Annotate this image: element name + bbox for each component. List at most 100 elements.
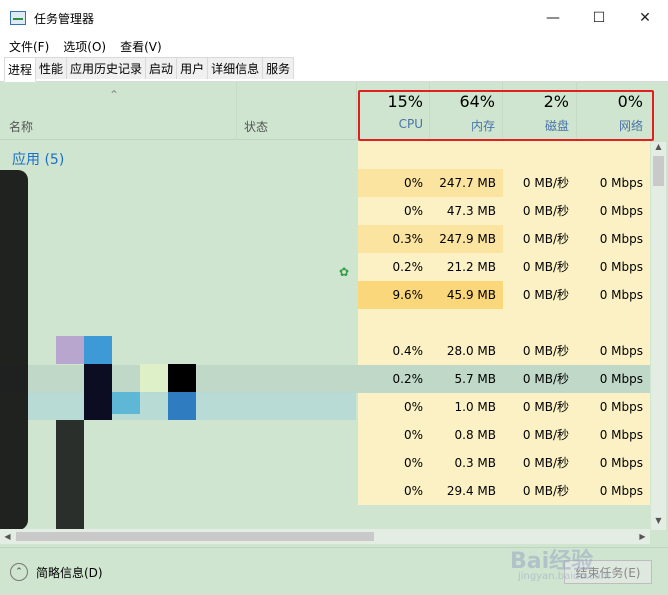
column-name[interactable]: 名称 <box>9 118 33 135</box>
cpu-cell: 9.6% <box>358 281 430 309</box>
scroll-down-icon[interactable]: ▼ <box>651 516 666 530</box>
scroll-left-icon[interactable]: ◀ <box>0 529 15 544</box>
scroll-up-icon[interactable]: ▲ <box>651 142 666 156</box>
disk-cell: 0 MB/秒 <box>503 449 576 477</box>
network-cell: 0 Mbps <box>576 225 650 253</box>
process-row[interactable]: 0% 29.4 MB 0 MB/秒 0 Mbps <box>0 477 650 505</box>
menu-view[interactable]: 查看(V) <box>120 38 162 55</box>
process-row[interactable]: 0% 247.7 MB 0 MB/秒 0 Mbps <box>0 169 650 197</box>
disk-cell: 0 MB/秒 <box>503 225 576 253</box>
memory-cell: 247.7 MB <box>430 169 503 197</box>
redacted-region <box>84 336 112 364</box>
network-cell: 0 Mbps <box>576 197 650 225</box>
fewer-details-button[interactable]: ⌃ 简略信息(D) <box>10 563 103 581</box>
cpu-cell: 0% <box>358 393 430 421</box>
maximize-icon: ☐ <box>592 10 606 26</box>
network-cell: 0 Mbps <box>576 337 650 365</box>
network-cell: 0 Mbps <box>576 281 650 309</box>
process-row[interactable]: 0% 0.3 MB 0 MB/秒 0 Mbps <box>0 449 650 477</box>
fewer-details-label: 简略信息(D) <box>36 565 103 580</box>
chevron-up-icon: ⌃ <box>10 563 28 581</box>
tab-users[interactable]: 用户 <box>176 57 209 79</box>
tab-bar: 进程 性能 应用历史记录 启动 用户 详细信息 服务 <box>0 56 668 82</box>
memory-cell: 45.9 MB <box>430 281 503 309</box>
close-button[interactable]: ✕ <box>622 0 668 36</box>
disk-cell <box>503 309 576 337</box>
cpu-cell: 0% <box>358 477 430 505</box>
redacted-region <box>84 392 112 420</box>
process-row[interactable]: 0.2% 21.2 MB 0 MB/秒 0 Mbps <box>0 253 650 281</box>
tab-services[interactable]: 服务 <box>262 57 295 79</box>
tab-startup[interactable]: 启动 <box>145 57 178 79</box>
column-status[interactable]: 状态 <box>244 118 268 135</box>
disk-cell: 0 MB/秒 <box>503 253 576 281</box>
horizontal-scrollbar[interactable]: ◀ ▶ <box>0 529 650 544</box>
network-cell <box>576 141 650 169</box>
redacted-region <box>140 364 168 392</box>
watermark-url: jingyan.baidu.com <box>518 571 611 582</box>
network-cell: 0 Mbps <box>576 169 650 197</box>
disk-cell: 0 MB/秒 <box>503 337 576 365</box>
tab-performance[interactable]: 性能 <box>35 57 68 79</box>
title-bar: 任务管理器 — ☐ ✕ <box>0 0 668 36</box>
minimize-button[interactable]: — <box>530 0 576 36</box>
process-row[interactable]: 0.3% 247.9 MB 0 MB/秒 0 Mbps <box>0 225 650 253</box>
memory-cell: 0.3 MB <box>430 449 503 477</box>
column-divider[interactable] <box>356 82 357 140</box>
cpu-cell <box>358 141 430 169</box>
tab-details[interactable]: 详细信息 <box>207 57 264 79</box>
memory-cell: 29.4 MB <box>430 477 503 505</box>
menu-options[interactable]: 选项(O) <box>63 38 106 55</box>
network-cell: 0 Mbps <box>576 393 650 421</box>
disk-cell: 0 MB/秒 <box>503 281 576 309</box>
redacted-region <box>168 392 196 420</box>
process-list: ⌃ 名称 状态 15% CPU 64% 内存 2% 磁盘 0% 网络 应用 (5… <box>0 82 668 547</box>
process-row[interactable] <box>0 141 650 169</box>
cpu-cell: 0% <box>358 197 430 225</box>
tab-processes[interactable]: 进程 <box>4 57 37 82</box>
memory-cell <box>430 141 503 169</box>
scroll-right-icon[interactable]: ▶ <box>635 529 650 544</box>
disk-cell: 0 MB/秒 <box>503 197 576 225</box>
memory-cell: 47.3 MB <box>430 197 503 225</box>
memory-cell: 28.0 MB <box>430 337 503 365</box>
vertical-scrollbar[interactable]: ▲ ▼ <box>651 142 666 530</box>
scroll-thumb[interactable] <box>653 156 664 186</box>
memory-cell: 0.8 MB <box>430 421 503 449</box>
network-cell: 0 Mbps <box>576 477 650 505</box>
cpu-cell: 0% <box>358 421 430 449</box>
disk-cell <box>503 141 576 169</box>
cpu-cell: 0% <box>358 449 430 477</box>
maximize-button[interactable]: ☐ <box>576 0 622 36</box>
disk-cell: 0 MB/秒 <box>503 169 576 197</box>
watermark: Bai经验 jingyan.baidu.com <box>490 543 640 589</box>
task-manager-icon <box>10 11 26 25</box>
sort-up-icon[interactable]: ⌃ <box>109 88 119 102</box>
disk-cell: 0 MB/秒 <box>503 421 576 449</box>
redacted-region <box>168 364 196 392</box>
process-row[interactable] <box>0 309 650 337</box>
close-icon: ✕ <box>639 10 651 26</box>
scroll-thumb[interactable] <box>16 532 374 541</box>
redacted-region <box>56 420 84 530</box>
network-cell: 0 Mbps <box>599 372 643 386</box>
cpu-cell: 0.3% <box>358 225 430 253</box>
memory-cell: 247.9 MB <box>430 225 503 253</box>
disk-cell: 0 MB/秒 <box>503 393 576 421</box>
cpu-cell <box>358 309 430 337</box>
memory-cell <box>430 309 503 337</box>
minimize-icon: — <box>546 10 560 26</box>
redacted-region <box>112 392 140 414</box>
cpu-cell: 0.4% <box>358 337 430 365</box>
redacted-region <box>56 336 84 364</box>
tab-app-history[interactable]: 应用历史记录 <box>66 57 147 79</box>
process-row[interactable]: 0% 47.3 MB 0 MB/秒 0 Mbps <box>0 197 650 225</box>
column-divider[interactable] <box>236 82 237 140</box>
network-cell: 0 Mbps <box>576 421 650 449</box>
process-row[interactable]: 9.6% 45.9 MB 0 MB/秒 0 Mbps <box>0 281 650 309</box>
process-row[interactable]: 0% 0.8 MB 0 MB/秒 0 Mbps <box>0 421 650 449</box>
memory-cell: 21.2 MB <box>430 253 503 281</box>
cpu-cell: 0.2% <box>392 372 424 386</box>
disk-cell: 0 MB/秒 <box>503 477 576 505</box>
menu-file[interactable]: 文件(F) <box>9 38 49 55</box>
